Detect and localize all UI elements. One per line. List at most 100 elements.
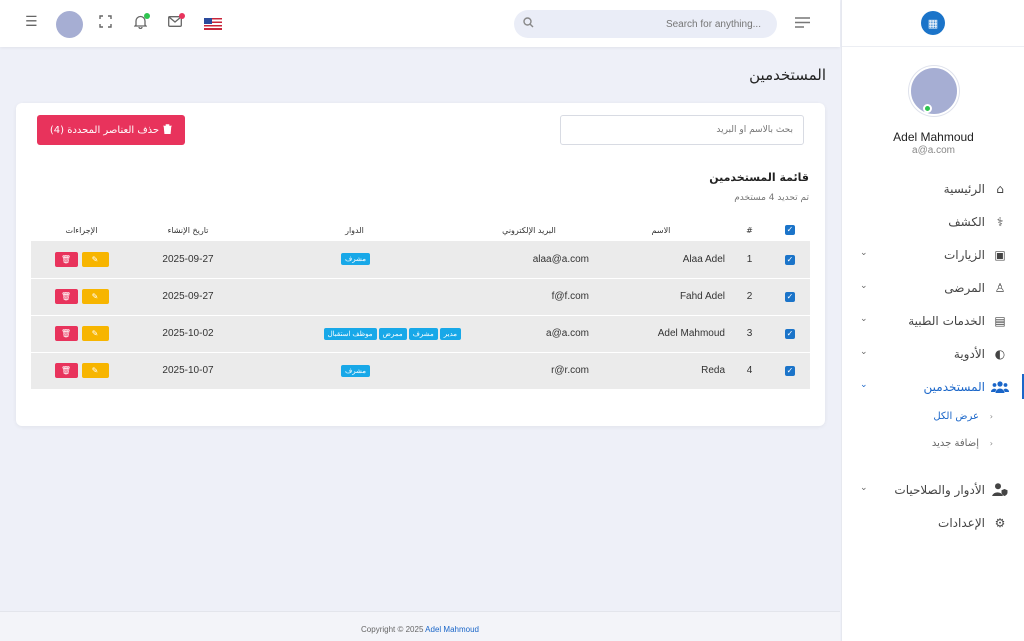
pills-icon: ◐ (994, 346, 1006, 361)
table-row: 🗑 ✎ 2025-09-27 مشرف alaa@a.com Alaa Adel… (31, 241, 810, 278)
edit-row-button[interactable]: ✎ (81, 251, 109, 267)
select-all-checkbox[interactable]: ✓ (785, 225, 795, 235)
trash-icon (163, 123, 173, 137)
row-checkbox[interactable]: ✓ (785, 254, 795, 265)
row-checkbox-cell: ✓ (770, 315, 810, 352)
roles-cell: موظف استقبال ممرض مشرف مدير (244, 315, 465, 352)
fullscreen-icon[interactable] (99, 15, 112, 32)
delete-row-button[interactable]: 🗑 (54, 251, 78, 267)
patient-icon: ♙ (994, 280, 1006, 295)
online-status-dot (922, 104, 932, 113)
selection-count: تم تحديد 4 مستخدم (734, 193, 809, 203)
trash-icon: 🗑 (60, 254, 72, 264)
delete-row-button[interactable]: 🗑 (54, 326, 78, 341)
mail-indicator (179, 13, 185, 19)
user-filter-input[interactable] (560, 115, 804, 145)
email-cell: r@r.com (551, 365, 589, 376)
edit-icon: ✎ (91, 366, 99, 375)
actions-cell: 🗑 ✎ (31, 241, 132, 278)
footer: Copyright © 2025 Adel Mahmoud (0, 611, 840, 641)
role-badge: مدير (439, 327, 461, 340)
sidebar-item-users[interactable]: ⌄ المستخدمين (842, 370, 1024, 403)
sidebar-item-medicines[interactable]: ⌄ الأدوية ◐ (842, 337, 1024, 370)
col-number: # (746, 225, 753, 235)
brand-area: ▦ (842, 0, 1024, 47)
email-cell: alaa@a.com (532, 253, 589, 265)
edit-icon: ✎ (91, 292, 99, 301)
sidebar-subitem-view-all[interactable]: عرض الكل › (842, 403, 1024, 430)
users-table: الإجراءات تاريخ الإنشاء الدوار البريد ال… (31, 219, 810, 390)
sidebar-item-visits[interactable]: ⌄ الزيارات ▣ (842, 238, 1024, 271)
home-icon: ⌂ (996, 181, 1004, 196)
sidebar-item-examination[interactable]: الكشف ⚕ (842, 205, 1024, 238)
chevron-down-icon: ⌄ (860, 380, 868, 390)
edit-icon: ✎ (91, 254, 99, 264)
row-checkbox[interactable]: ✓ (785, 329, 795, 339)
name-cell: Fahd Adel (679, 291, 725, 302)
chevron-right-icon: › (989, 439, 993, 448)
sidebar-menu: الرئيسية ⌂ الكشف ⚕ ⌄ الزيارات ▣ ⌄ المرضى… (842, 172, 1024, 539)
trash-icon: 🗑 (60, 329, 72, 338)
delete-row-button[interactable]: 🗑 (54, 289, 78, 304)
author-link[interactable]: Adel Mahmoud (425, 625, 479, 634)
col-actions: الإجراءات (65, 225, 98, 235)
us-flag-icon[interactable] (204, 18, 222, 30)
email-cell: f@f.com (551, 291, 589, 302)
created-cell: 2025-09-27 (162, 291, 214, 302)
sidebar-item-medical-services[interactable]: ⌄ الخدمات الطبية ▤ (842, 304, 1024, 337)
search-input[interactable] (561, 18, 761, 30)
copyright-text: Copyright © 2025 (361, 625, 424, 634)
sidebar-item-label: الكشف (948, 214, 985, 229)
edit-row-button[interactable]: ✎ (81, 363, 109, 378)
profile-avatar[interactable] (908, 66, 959, 116)
gear-icon: ⚙ (994, 515, 1006, 530)
user-avatar[interactable] (56, 11, 83, 38)
sidebar-item-label: الأدوية (953, 346, 985, 361)
delete-selected-button[interactable]: حذف العناصر المحددة (4) (37, 115, 185, 145)
row-checkbox-cell: ✓ (770, 241, 810, 278)
row-checkbox[interactable]: ✓ (785, 366, 795, 376)
col-name: الاسم (651, 225, 671, 235)
brand-logo-icon[interactable]: ▦ (921, 11, 945, 35)
row-checkbox-cell: ✓ (770, 352, 810, 389)
name-cell: Reda (701, 365, 725, 376)
trash-icon: 🗑 (60, 292, 72, 301)
table-row: 🗑 ✎ 2025-09-27 f@f.com Fahd Adel 2 ✓ (31, 278, 810, 315)
chevron-down-icon: ⌄ (860, 314, 868, 324)
sidebar-item-settings[interactable]: الإعدادات ⚙ (842, 506, 1024, 539)
sidebar-item-label: الزيارات (943, 247, 985, 262)
chevron-down-icon: ⌄ (860, 347, 868, 357)
col-select: ✓ (770, 219, 810, 241)
users-card: حذف العناصر المحددة (4) قائمة المستخدمين… (16, 103, 825, 426)
sidebar-item-label: الخدمات الطبية (908, 313, 985, 328)
role-badge: موظف استقبال (323, 327, 377, 340)
chevron-down-icon: ⌄ (860, 281, 868, 291)
chevron-down-icon: ⌄ (860, 248, 868, 258)
sidebar-item-label: المستخدمين (923, 379, 985, 394)
table-header-row: الإجراءات تاريخ الإنشاء الدوار البريد ال… (31, 219, 810, 241)
row-checkbox[interactable]: ✓ (785, 292, 795, 302)
profile-name: Adel Mahmoud (893, 130, 974, 144)
role-badge: مشرف (340, 253, 371, 266)
actions-cell: 🗑 ✎ (31, 278, 132, 315)
hamburger-menu-icon[interactable]: ☰ (25, 14, 38, 30)
search-icon (523, 17, 534, 31)
sidebar-toggle-icon[interactable] (795, 17, 810, 32)
sidebar-item-roles-permissions[interactable]: ⌄ الأدوار والصلاحيات (842, 473, 1024, 506)
roles-cell: مشرف (244, 352, 465, 389)
role-badge: مشرف (340, 364, 371, 377)
chevron-right-icon: › (989, 412, 993, 421)
global-search[interactable] (514, 10, 777, 38)
sidebar-item-home[interactable]: الرئيسية ⌂ (842, 172, 1024, 205)
sidebar-item-label: المرضى (944, 280, 985, 295)
role-badge: مشرف (408, 327, 438, 340)
sidebar-item-patients[interactable]: ⌄ المرضى ♙ (842, 271, 1024, 304)
table-row: 🗑 ✎ 2025-10-02 موظف استقبال ممرض مشرف مدير … (31, 315, 810, 352)
sidebar-subitem-label: عرض الكل (933, 411, 979, 422)
row-checkbox-cell: ✓ (770, 278, 810, 315)
edit-row-button[interactable]: ✎ (81, 289, 109, 304)
col-email: البريد الإلكتروني (502, 225, 556, 235)
delete-row-button[interactable]: 🗑 (54, 363, 78, 378)
edit-row-button[interactable]: ✎ (81, 326, 109, 341)
sidebar-subitem-add-new[interactable]: إضافة جديد › (842, 430, 1024, 457)
